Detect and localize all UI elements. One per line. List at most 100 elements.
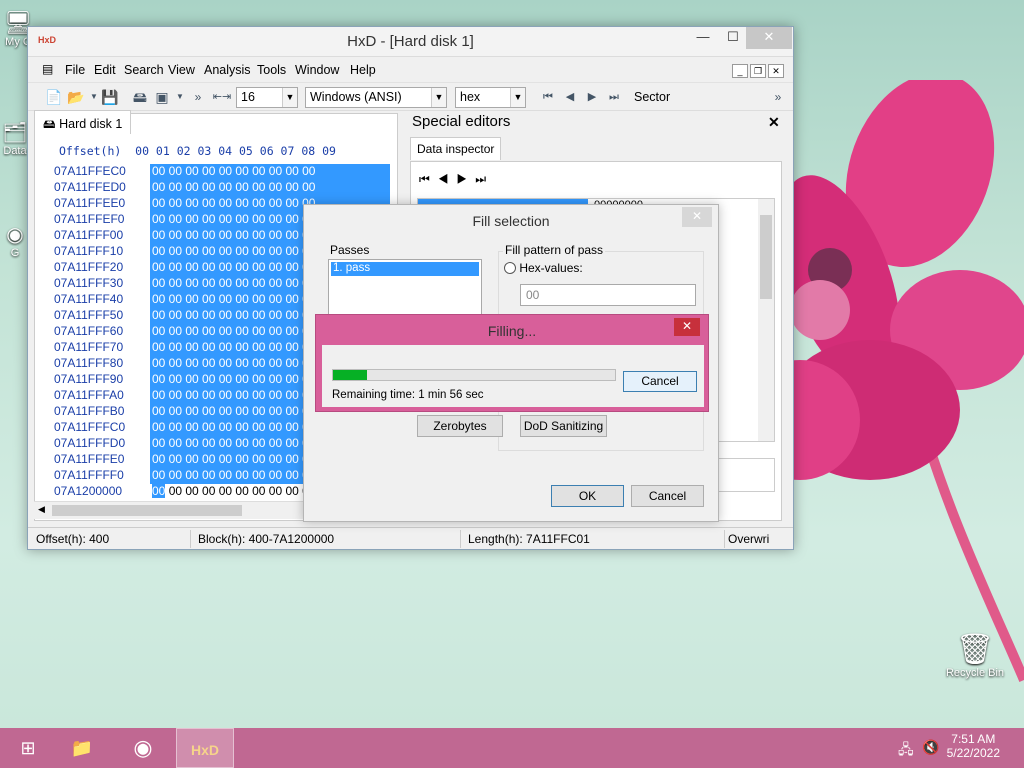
scroll-left-icon: ◀ xyxy=(38,504,45,514)
menu-window[interactable]: Window xyxy=(295,63,339,77)
tab-data-inspector[interactable]: Data inspector xyxy=(410,137,502,160)
hex-row-bytes[interactable]: 00 00 00 00 00 00 00 00 00 00 xyxy=(150,180,390,196)
scroll-thumb[interactable] xyxy=(52,505,242,516)
file-explorer-task[interactable]: 📁 xyxy=(54,728,110,768)
filling-progress-dialog: Filling... ✕ Remaining time: 1 min 56 se… xyxy=(315,314,709,412)
menu-edit[interactable]: Edit xyxy=(94,63,116,77)
scroll-thumb[interactable] xyxy=(760,215,772,299)
menu-bar: ▤ File Edit Search View Analysis Tools W… xyxy=(28,57,793,83)
last-sector-icon[interactable]: ⏭ xyxy=(604,87,624,107)
clock-date: 5/22/2022 xyxy=(946,746,1000,760)
hxd-task[interactable]: HxD xyxy=(176,728,234,768)
close-icon[interactable]: ✕ xyxy=(768,114,780,131)
hex-row-bytes[interactable]: 00 00 00 00 00 00 00 00 00 00 xyxy=(150,164,390,180)
bytes-per-row-icon: ⇤⇥ xyxy=(212,91,232,103)
hex-bytes-rest: 00 00 00 00 00 00 00 00 00 xyxy=(165,484,316,498)
hex-row-offset: 07A11FFF40 xyxy=(54,292,124,306)
remaining-time: Remaining time: 1 min 56 sec xyxy=(332,389,484,401)
dropdown-arrow-icon[interactable]: ▼ xyxy=(170,87,190,107)
hex-row-offset: 07A11FFF90 xyxy=(54,372,124,386)
toolbar-overflow-icon[interactable]: » xyxy=(768,87,788,107)
progress-bar xyxy=(332,369,616,381)
menu-analysis[interactable]: Analysis xyxy=(204,63,251,77)
hex-row-offset: 07A11FFFC0 xyxy=(54,420,126,434)
vertical-scrollbar[interactable] xyxy=(758,199,774,441)
new-file-icon[interactable]: 📄 xyxy=(44,87,64,107)
hxd-icon: HxD xyxy=(190,742,219,758)
window-title: HxD - [Hard disk 1] xyxy=(347,33,474,50)
dod-sanitizing-button[interactable]: DoD Sanitizing xyxy=(520,415,607,437)
hex-values-input[interactable]: 00 xyxy=(520,284,696,306)
hex-row-offset: 07A11FFF50 xyxy=(54,308,124,322)
close-button[interactable]: ✕ xyxy=(746,27,792,49)
prev-sector-icon[interactable]: ◀ xyxy=(560,87,580,107)
hex-row-offset: 07A11FFFF0 xyxy=(54,468,124,482)
hex-cursor-byte[interactable]: 00 xyxy=(152,484,166,498)
desktop-icon-chrome[interactable]: ◉ G xyxy=(0,222,30,259)
close-icon[interactable]: ✕ xyxy=(674,318,700,336)
passes-label: Passes xyxy=(328,243,372,257)
status-length: Length(h): 7A11FFC01 xyxy=(468,532,590,546)
charset-select[interactable]: Windows (ANSI) ▼ xyxy=(305,87,447,108)
toolbar-overflow-icon[interactable]: » xyxy=(188,87,208,107)
minimize-button[interactable]: — xyxy=(688,27,718,49)
menu-file[interactable]: File xyxy=(65,63,85,77)
hex-row-offset: 07A11FFF80 xyxy=(54,356,124,370)
clock-time: 7:51 AM xyxy=(951,732,996,746)
mdi-restore-button[interactable]: ❐ xyxy=(750,64,766,78)
hex-row-offset: 07A11FFF60 xyxy=(54,324,124,338)
next-sector-icon[interactable]: ▶ xyxy=(582,87,602,107)
mdi-minimize-button[interactable]: _ xyxy=(732,64,748,78)
volume-muted-icon[interactable]: 🔇 xyxy=(922,739,939,756)
hex-row[interactable]: 07A11FFED0 00 00 00 00 00 00 00 00 00 00 xyxy=(35,180,399,196)
open-folder-icon[interactable]: 📂 xyxy=(66,87,86,107)
desktop-icon-data[interactable]: 🗂 Data xyxy=(0,120,30,157)
taskbar: ⊞ 📁 ◉ HxD 🖧 🔇 7:51 AM 5/22/2022 xyxy=(0,728,1024,768)
hex-column-header: Offset(h) 00 01 02 03 04 05 06 07 08 09 xyxy=(59,144,336,158)
tab-hard-disk-1[interactable]: 🖴 Hard disk 1 xyxy=(34,110,132,134)
chrome-icon: ◉ xyxy=(133,735,153,760)
system-clock[interactable]: 7:51 AM 5/22/2022 xyxy=(947,732,1000,760)
hex-row-offset: 07A11FFEE0 xyxy=(54,196,126,210)
chrome-task[interactable]: ◉ xyxy=(115,728,171,768)
doc-icon: ▤ xyxy=(42,62,54,76)
status-bar: Offset(h): 400 Block(h): 400-7A1200000 L… xyxy=(28,527,793,549)
menu-help[interactable]: Help xyxy=(350,63,376,77)
hex-row-offset: 07A11FFEF0 xyxy=(54,212,125,226)
mdi-close-button[interactable]: ✕ xyxy=(768,64,784,78)
hex-row-offset: 07A11FFFA0 xyxy=(54,388,124,402)
maximize-button[interactable]: ☐ xyxy=(718,27,748,49)
menu-view[interactable]: View xyxy=(168,63,195,77)
disk-icon: 🖴 xyxy=(43,117,60,131)
pass-item[interactable]: 1. pass xyxy=(331,262,479,276)
start-button[interactable]: ⊞ xyxy=(0,728,56,768)
passes-list[interactable]: 1. pass xyxy=(328,259,482,319)
chevron-down-icon: ▼ xyxy=(431,88,446,107)
radio-icon xyxy=(504,262,516,274)
cancel-button[interactable]: Cancel xyxy=(631,485,704,507)
fill-pattern-label: Fill pattern of pass xyxy=(503,243,606,257)
zerobytes-button[interactable]: Zerobytes xyxy=(417,415,503,437)
menu-search[interactable]: Search xyxy=(124,63,164,77)
special-editors-title: Special editors xyxy=(412,113,511,130)
bytes-per-row-select[interactable]: 16 ▼ xyxy=(236,87,298,108)
title-bar[interactable]: HxD HxD - [Hard disk 1] — ☐ ✕ xyxy=(28,27,793,57)
close-icon[interactable]: ✕ xyxy=(682,207,712,227)
save-icon[interactable]: 💾 xyxy=(100,87,120,107)
ok-button[interactable]: OK xyxy=(551,485,624,507)
filling-cancel-button[interactable]: Cancel xyxy=(623,371,697,392)
desktop-icon-recycle-bin[interactable]: 🗑 Recycle Bin xyxy=(940,632,1010,679)
first-sector-icon[interactable]: ⏮ xyxy=(538,87,558,107)
chevron-down-icon: ▼ xyxy=(510,88,525,107)
sector-label: Sector xyxy=(634,90,671,104)
folder-icon: 📁 xyxy=(70,738,94,758)
open-ram-icon[interactable]: ▣ xyxy=(152,87,172,107)
hex-row[interactable]: 07A11FFEC0 00 00 00 00 00 00 00 00 00 00 xyxy=(35,164,399,180)
inspector-nav: ⏮◀▶⏭ xyxy=(419,172,495,186)
open-disk-icon[interactable]: 🖴 xyxy=(130,87,150,107)
network-icon[interactable]: 🖧 xyxy=(898,739,914,763)
hex-values-radio[interactable]: Hex-values: xyxy=(504,261,583,275)
filling-title: Filling... xyxy=(487,323,537,339)
offset-base-select[interactable]: hex ▼ xyxy=(455,87,526,108)
menu-tools[interactable]: Tools xyxy=(257,63,286,77)
